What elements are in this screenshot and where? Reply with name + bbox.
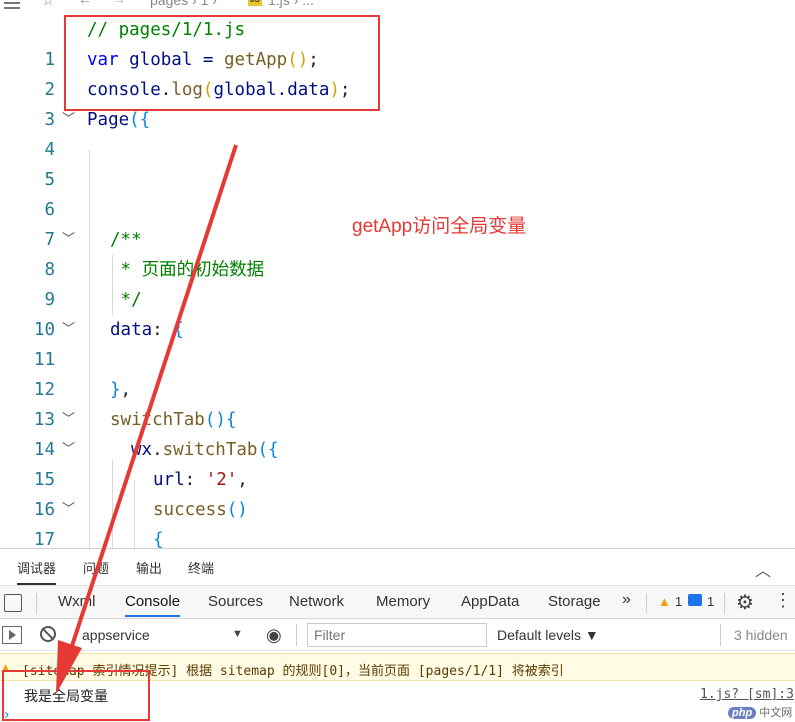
code-line[interactable]: 5	[0, 135, 795, 190]
code-line[interactable]: 12	[0, 345, 795, 400]
breadcrumb-file[interactable]: 1.js › ...	[268, 0, 314, 8]
tab-output[interactable]: 输出	[136, 558, 162, 577]
forward-arrow-icon[interactable]: →	[112, 0, 126, 7]
tab-storage[interactable]: Storage	[548, 593, 601, 610]
tab-wxml[interactable]: Wxml	[58, 593, 96, 610]
code-line[interactable]: 6	[0, 165, 795, 220]
code-editor[interactable]: 1 // pages/1/1.js 2 var global = getApp(…	[0, 12, 795, 548]
annotation-label: getApp访问全局变量	[352, 216, 527, 237]
breadcrumb[interactable]: pages › 1 ›	[150, 0, 217, 8]
code-line[interactable]: 15 ﹀ wx.switchTab({	[0, 435, 795, 490]
fold-chevron-icon[interactable]: ﹀	[62, 435, 75, 465]
fold-chevron-icon[interactable]: ﹀	[62, 495, 75, 525]
fold-chevron-icon[interactable]: ﹀	[62, 315, 75, 345]
watermark: php 中文网	[728, 704, 792, 720]
tab-terminal[interactable]: 终端	[188, 558, 214, 577]
warning-count[interactable]: 1	[675, 594, 682, 609]
devtools-top-tabs: 调试器 问题 输出 终端 ︿	[0, 549, 795, 585]
annotation-box-output	[2, 670, 150, 721]
hidden-count[interactable]: 3 hidden	[734, 627, 788, 643]
inspect-element-icon[interactable]	[4, 594, 22, 612]
devtools-panel-tabs: Wxml Console Sources Network Memory AppD…	[0, 585, 795, 619]
code-line[interactable]: 17 ﹀ success()	[0, 495, 795, 548]
back-arrow-icon[interactable]: ←	[78, 0, 92, 7]
message-icon[interactable]	[688, 594, 702, 606]
annotation-box-code	[64, 15, 380, 111]
more-tabs-icon[interactable]: »	[622, 591, 631, 609]
message-count[interactable]: 1	[707, 594, 714, 609]
code-line[interactable]: 16 url: '2',	[0, 465, 795, 520]
tab-console[interactable]: Console	[125, 593, 181, 617]
breadcrumb-folder[interactable]: 1	[201, 0, 209, 8]
fold-chevron-icon[interactable]: ﹀	[62, 225, 75, 255]
tab-debugger[interactable]: 调试器	[17, 558, 57, 585]
eye-icon[interactable]: ◉	[266, 625, 282, 646]
code-line[interactable]: 11 ﹀ data: {	[0, 315, 795, 370]
bookmark-icon[interactable]: ☆	[42, 0, 55, 9]
breadcrumb-pages[interactable]: pages	[150, 0, 188, 8]
code-line[interactable]: 9 * 页面的初始数据	[0, 255, 795, 310]
gear-icon[interactable]: ⚙	[736, 590, 754, 615]
code-line[interactable]: 18 {	[0, 525, 795, 548]
php-logo: php	[728, 707, 757, 719]
chevron-up-icon[interactable]: ︿	[755, 557, 771, 581]
code-line[interactable]: 14 ﹀ switchTab(){	[0, 405, 795, 460]
tab-problems[interactable]: 问题	[83, 558, 109, 577]
tab-memory[interactable]: Memory	[376, 593, 430, 610]
js-file-icon: JS	[248, 0, 262, 6]
filter-input[interactable]	[307, 623, 487, 647]
sidebar-toggle-icon[interactable]	[2, 626, 22, 644]
tab-sources[interactable]: Sources	[208, 593, 263, 610]
log-source-link[interactable]: 1.js? [sm]:3	[700, 687, 794, 702]
fold-chevron-icon[interactable]: ﹀	[62, 405, 75, 435]
clear-console-icon[interactable]	[40, 626, 56, 642]
caret-down-icon[interactable]: ▼	[232, 628, 243, 640]
tab-appdata[interactable]: AppData	[461, 593, 519, 610]
console-filter-bar: appservice ▼ ◉ Default levels ▼ 3 hidden	[0, 619, 795, 651]
code-line[interactable]: 13 },	[0, 375, 795, 430]
log-levels-select[interactable]: Default levels ▼	[497, 627, 599, 643]
warning-icon[interactable]: ▲	[658, 594, 671, 609]
context-select[interactable]: appservice	[82, 627, 150, 643]
kebab-menu-icon[interactable]: ⋮	[774, 590, 792, 611]
menu-icon[interactable]	[4, 0, 20, 12]
code-line[interactable]: 10 */	[0, 285, 795, 340]
breadcrumb-bar: ☆ ← → pages › 1 › JS 1.js › ...	[0, 0, 795, 12]
tab-network[interactable]: Network	[289, 593, 344, 610]
